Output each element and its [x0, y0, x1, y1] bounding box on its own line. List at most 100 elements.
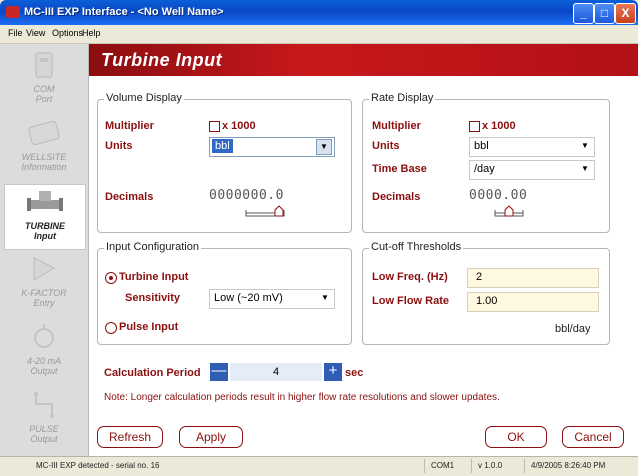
sidebar-item-sublabel: Output: [30, 366, 58, 376]
group-title: Cut-off Thresholds: [369, 241, 464, 253]
calculation-period-value[interactable]: 4: [230, 363, 322, 381]
pulse-output-icon: [34, 392, 54, 418]
app-icon: [6, 6, 20, 18]
com-port-icon: [35, 52, 53, 78]
timebase-label: Time Base: [372, 163, 427, 175]
rate-multiplier-checkbox[interactable]: [469, 121, 480, 132]
volume-decimals-display: 0000000.0: [209, 188, 284, 203]
sidebar-item-com-port[interactable]: COM Port: [4, 48, 84, 112]
decimal-slider-icon[interactable]: [245, 204, 285, 218]
cutoff-thresholds-group: Cut-off Thresholds Low Freq. (Hz) 2 Low …: [362, 241, 610, 345]
status-datetime: 4/9/2005 8:26:40 PM: [524, 459, 605, 473]
selected-value: Low (~20 mV): [214, 292, 283, 304]
menu-file[interactable]: File: [8, 28, 23, 38]
selected-value: bbl: [212, 139, 233, 153]
status-port: COM1: [424, 459, 454, 473]
menu-help[interactable]: Help: [82, 28, 101, 38]
sidebar: COM Port WELLSITE Information TURBINE In…: [0, 44, 89, 456]
low-flow-rate-input[interactable]: 1.00: [467, 292, 599, 312]
turbine-input-label[interactable]: Turbine Input: [119, 271, 188, 283]
volume-units-select[interactable]: bbl ▼: [209, 137, 335, 157]
increment-button[interactable]: +: [324, 363, 342, 381]
sidebar-item-wellsite[interactable]: WELLSITE Information: [4, 116, 84, 180]
status-bar: MC-III EXP detected - serial no. 16 COM1…: [0, 456, 638, 476]
sidebar-item-sublabel: Input: [34, 231, 56, 241]
low-flow-rate-label: Low Flow Rate: [372, 295, 449, 307]
volume-multiplier-checkbox[interactable]: [209, 121, 220, 132]
calculation-period-stepper: — 4 +: [210, 363, 342, 381]
refresh-button[interactable]: Refresh: [97, 426, 163, 448]
field-value: 1.00: [476, 295, 498, 307]
sidebar-item-label: TURBINE: [25, 221, 65, 231]
pulse-input-label[interactable]: Pulse Input: [119, 321, 178, 333]
sidebar-item-turbine[interactable]: TURBINE Input: [4, 184, 86, 250]
selected-value: /day: [474, 163, 495, 175]
rate-units-select[interactable]: bbl ▼: [469, 137, 595, 157]
sidebar-item-label: PULSE: [29, 424, 59, 434]
flow-rate-unit: bbl/day: [555, 323, 591, 335]
sidebar-item-4-20ma[interactable]: 4-20 mA Output: [4, 320, 84, 384]
wellsite-tag-icon: [28, 120, 60, 146]
menu-options[interactable]: Options: [52, 28, 83, 38]
status-message: MC-III EXP detected - serial no. 16: [36, 461, 160, 470]
decimal-slider-icon[interactable]: [494, 204, 524, 218]
sidebar-item-pulse[interactable]: PULSE Output: [4, 388, 84, 452]
dropdown-arrow-icon: ▼: [581, 141, 589, 150]
calculation-period-label: Calculation Period: [104, 367, 201, 379]
multiplier-label: Multiplier: [105, 120, 154, 132]
pulse-input-radio[interactable]: [105, 322, 117, 334]
decimals-label: Decimals: [372, 191, 421, 203]
status-version: v 1.0.0: [471, 459, 502, 473]
sidebar-item-sublabel: Information: [21, 162, 67, 172]
rate-decimals-display: 0000.00: [469, 188, 528, 203]
menu-view[interactable]: View: [26, 28, 45, 38]
sidebar-item-sublabel: Output: [30, 434, 58, 444]
sidebar-item-label: WELLSITE: [21, 152, 67, 162]
group-title: Volume Display: [104, 92, 184, 104]
sensitivity-label: Sensitivity: [125, 292, 181, 304]
group-title: Rate Display: [369, 92, 436, 104]
sidebar-item-sublabel: Port: [35, 94, 53, 104]
calculation-period-unit: sec: [345, 367, 364, 379]
k-factor-icon: [33, 257, 56, 281]
sidebar-item-label: 4-20 mA: [26, 356, 61, 366]
multiplier-label: Multiplier: [372, 120, 421, 132]
cancel-button[interactable]: Cancel: [562, 426, 624, 448]
multiplier-value: x 1000: [482, 120, 516, 132]
units-label: Units: [372, 140, 400, 152]
main-content: Turbine Input Volume Display Multiplier …: [89, 44, 638, 456]
volume-display-group: Volume Display Multiplier x 1000 Units b…: [97, 92, 352, 233]
sidebar-item-label: COM: [33, 84, 55, 94]
input-configuration-group: Input Configuration Turbine Input Sensit…: [97, 241, 352, 345]
rate-timebase-select[interactable]: /day ▼: [469, 160, 595, 180]
group-title: Input Configuration: [104, 241, 201, 253]
page-title: Turbine Input: [101, 50, 223, 70]
ok-button[interactable]: OK: [485, 426, 547, 448]
apply-button[interactable]: Apply: [179, 426, 243, 448]
window-title: MC-III EXP Interface - <No Well Name>: [24, 6, 224, 18]
analog-output-icon: [34, 324, 54, 348]
note-text: Note: Longer calculation periods result …: [104, 392, 500, 403]
page-header: Turbine Input: [89, 44, 638, 76]
dropdown-arrow-icon: ▼: [581, 164, 589, 173]
dropdown-arrow-icon: ▼: [321, 293, 329, 302]
title-bar[interactable]: MC-III EXP Interface - <No Well Name> _ …: [0, 0, 638, 25]
rate-display-group: Rate Display Multiplier x 1000 Units bbl…: [362, 92, 610, 233]
sidebar-item-k-factor[interactable]: K-FACTOR Entry: [4, 252, 84, 316]
multiplier-value: x 1000: [222, 120, 256, 132]
units-label: Units: [105, 140, 133, 152]
decrement-button[interactable]: —: [210, 363, 228, 381]
low-freq-label: Low Freq. (Hz): [372, 271, 448, 283]
decimals-label: Decimals: [105, 191, 154, 203]
close-button[interactable]: X: [615, 3, 636, 24]
dropdown-arrow-icon: ▼: [316, 139, 332, 155]
menu-bar: File View Options Help: [0, 25, 638, 44]
turbine-input-radio[interactable]: [105, 272, 117, 284]
sensitivity-select[interactable]: Low (~20 mV) ▼: [209, 289, 335, 309]
minimize-button[interactable]: _: [573, 3, 594, 24]
app-window: MC-III EXP Interface - <No Well Name> _ …: [0, 0, 638, 476]
field-value: 2: [476, 271, 483, 283]
sidebar-item-label: K-FACTOR: [21, 288, 67, 298]
maximize-button[interactable]: □: [594, 3, 615, 24]
low-freq-input[interactable]: 2: [467, 268, 599, 288]
